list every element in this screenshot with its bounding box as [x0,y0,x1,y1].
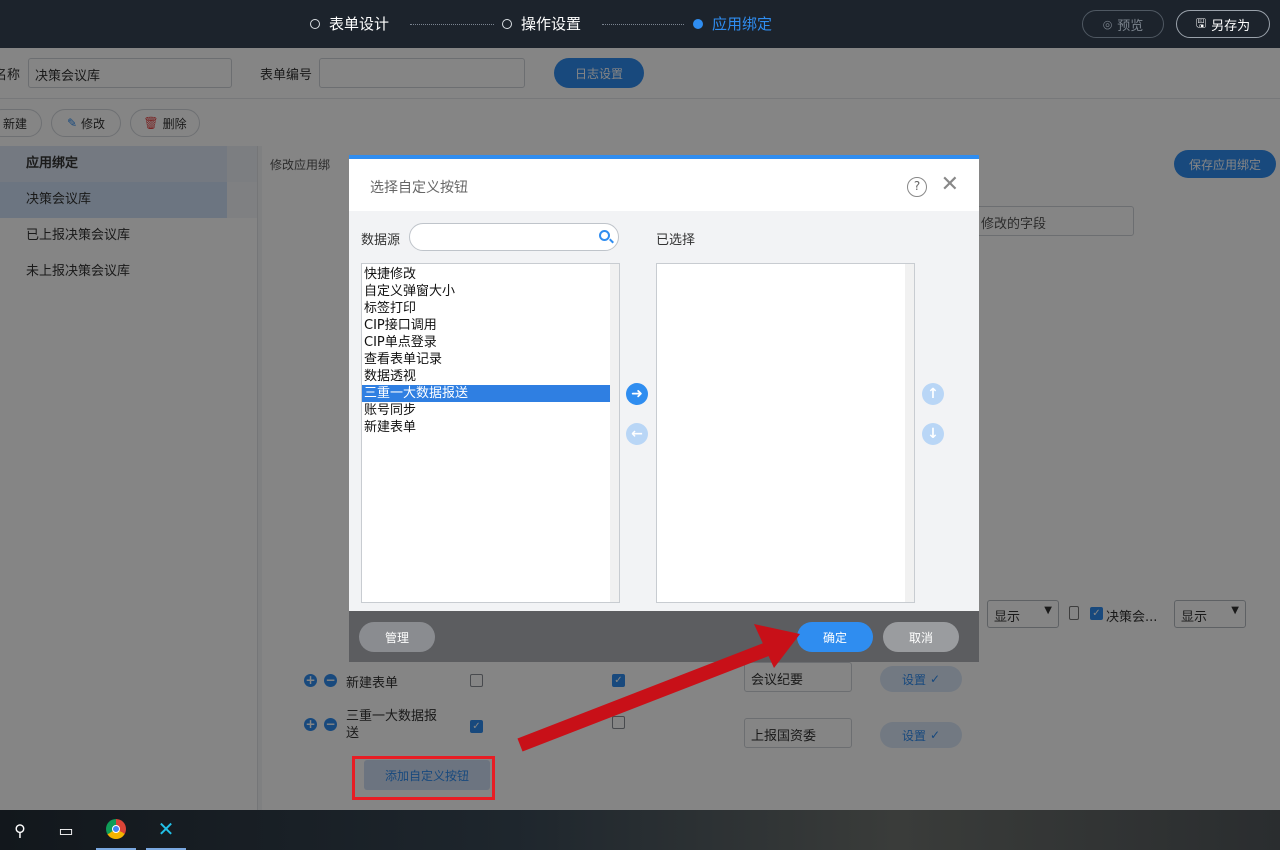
app-x-icon[interactable]: ✕ [146,810,186,850]
annotation-arrow [517,624,800,752]
annotation-box [352,756,495,800]
search-icon[interactable]: ⚲ [0,810,40,850]
annotation-arrow-shaft [517,641,773,752]
taskbar: ⚲ ▭ ✕ [0,810,1280,850]
chrome-icon[interactable] [96,810,136,850]
task-view-icon[interactable]: ▭ [46,810,86,850]
